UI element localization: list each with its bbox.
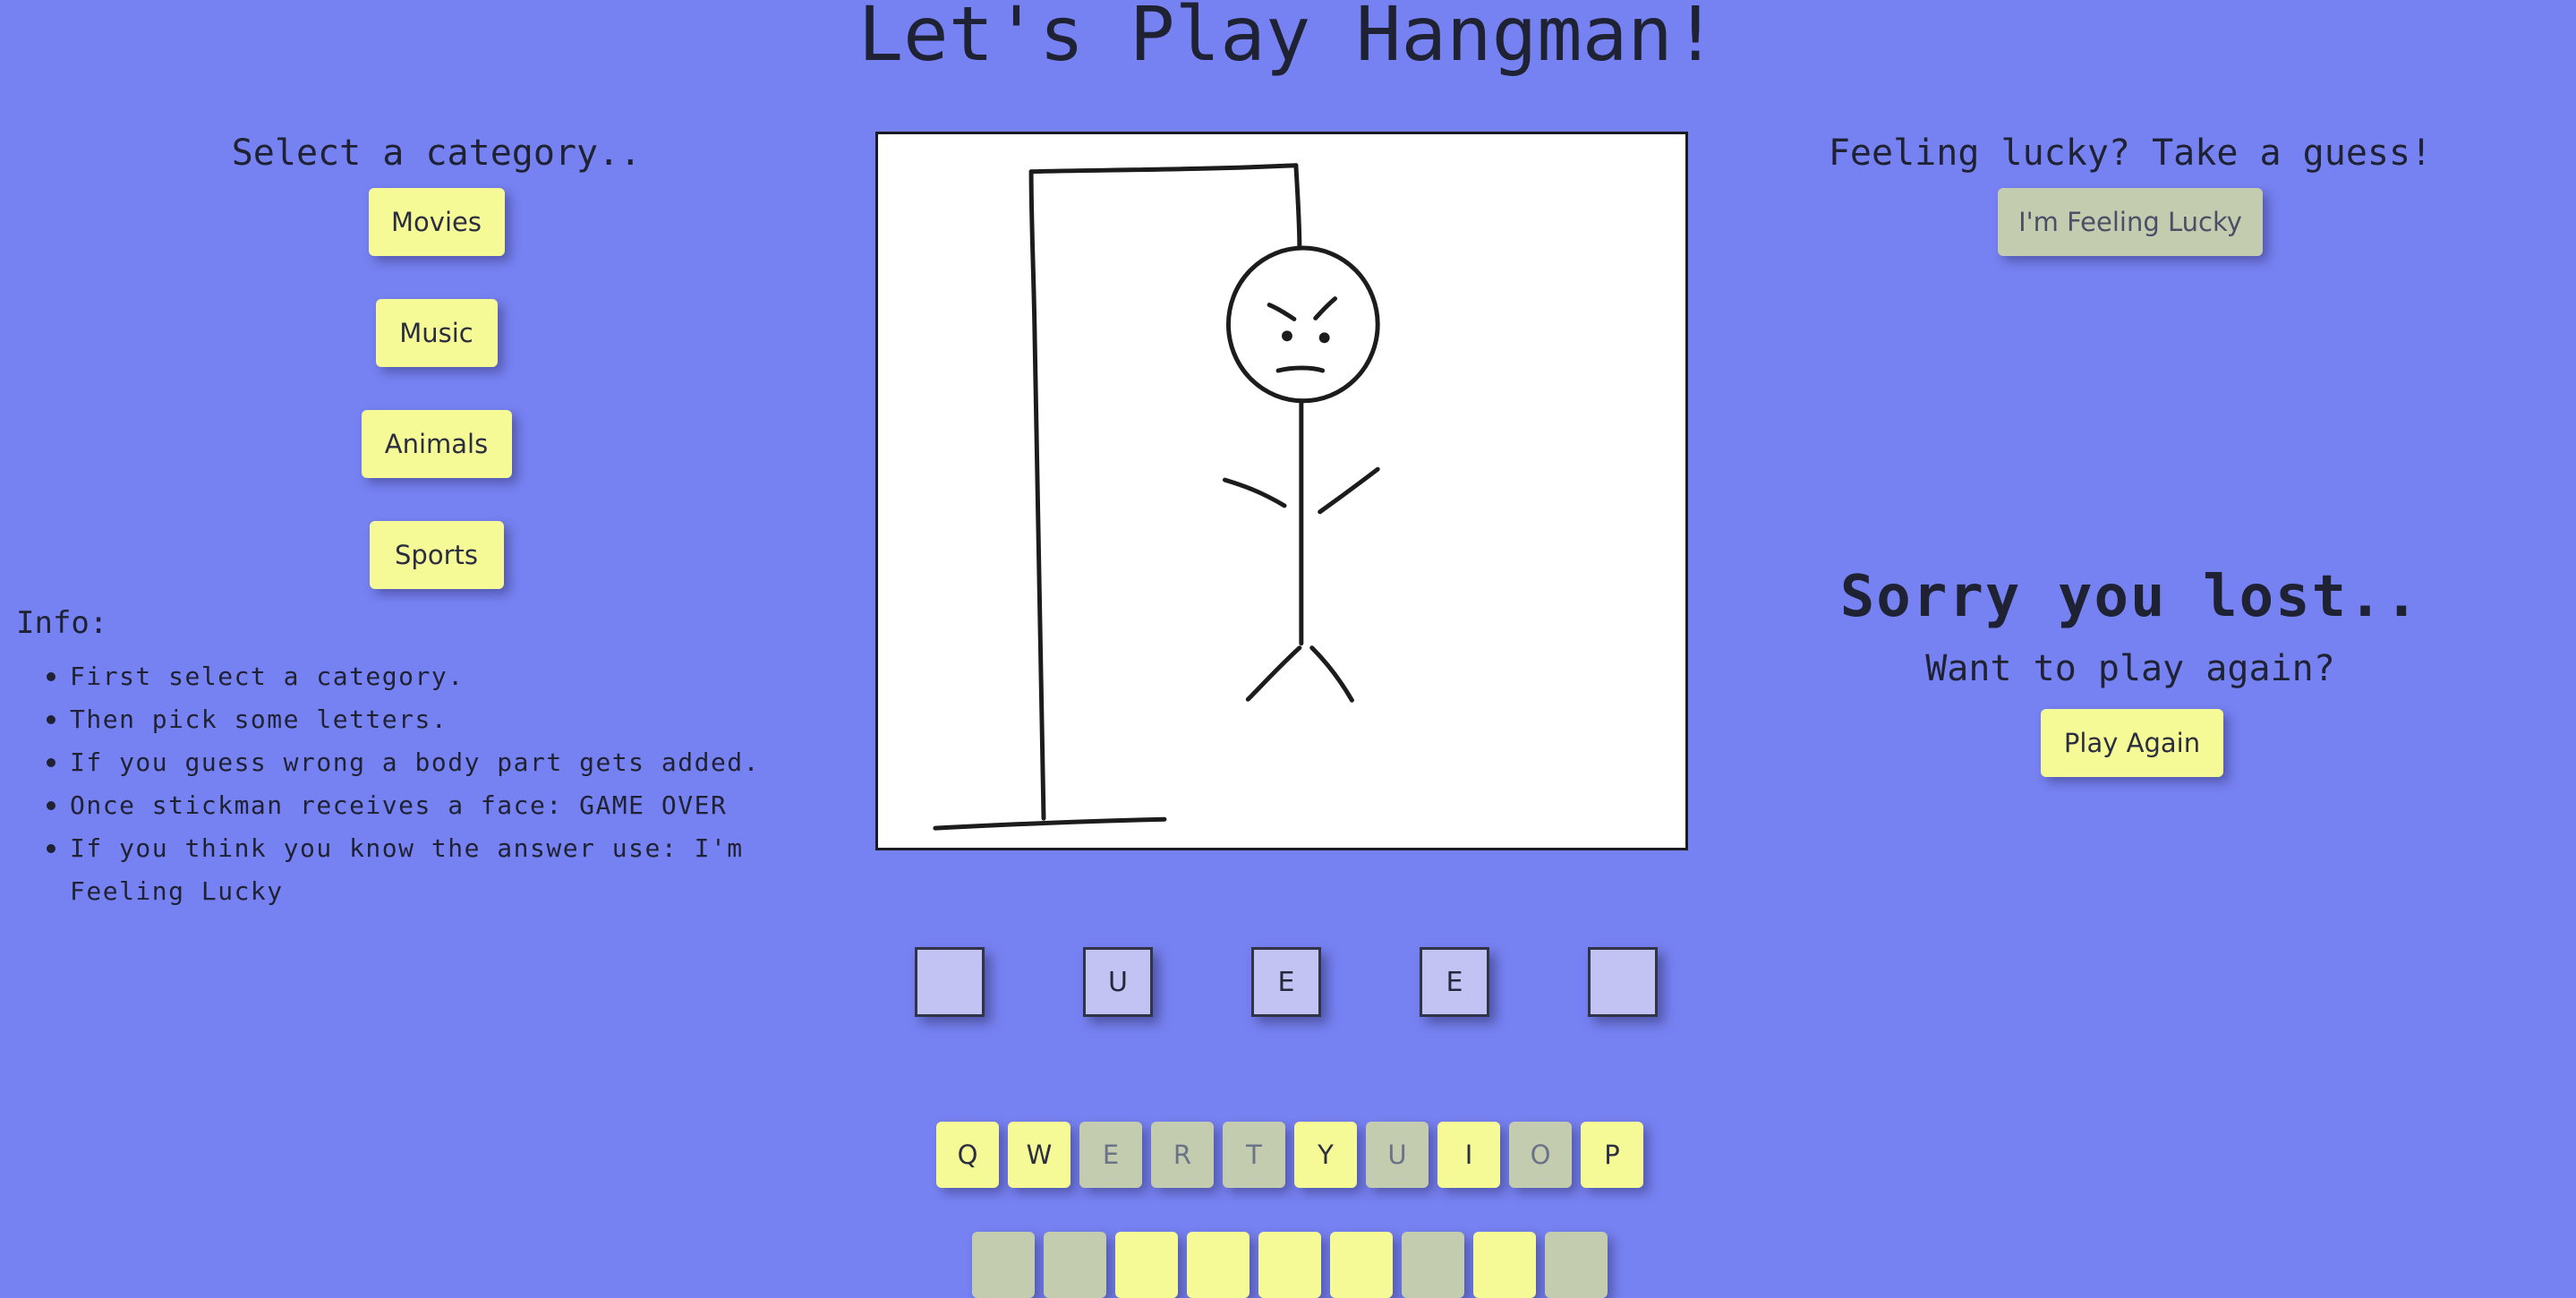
key-i-button[interactable]: I	[1437, 1122, 1500, 1188]
stickman-right-brow	[1313, 296, 1338, 320]
category-heading: Select a category..	[231, 132, 642, 174]
game-over-heading: Sorry you lost..	[1839, 564, 2421, 630]
stickman-right-arm	[1318, 466, 1380, 515]
info-item: First select a category.	[38, 655, 825, 698]
info-item: If you think you know the answer use: I'…	[38, 827, 825, 913]
key-u-button[interactable]: U	[1366, 1122, 1429, 1188]
gallows-post	[1028, 169, 1046, 821]
key-w-button[interactable]: W	[1008, 1122, 1070, 1188]
stickman-left-eye	[1282, 330, 1292, 342]
key-p-button[interactable]: P	[1581, 1122, 1643, 1188]
word-tile	[915, 947, 985, 1017]
key-button[interactable]	[1330, 1232, 1393, 1298]
key-button[interactable]	[1545, 1232, 1608, 1298]
stickman-right-leg	[1309, 645, 1354, 703]
gallows-base	[933, 816, 1167, 831]
key-o-button[interactable]: O	[1509, 1122, 1572, 1188]
category-animals-button[interactable]: Animals	[361, 410, 512, 478]
stickman-mouth	[1275, 365, 1326, 373]
category-movies-button[interactable]: Movies	[368, 188, 505, 256]
category-sports-button[interactable]: Sports	[369, 521, 504, 589]
key-y-button[interactable]: Y	[1294, 1122, 1357, 1188]
hangman-drawing	[875, 132, 1688, 850]
info-item: Once stickman receives a face: GAME OVER	[38, 784, 825, 827]
key-button[interactable]	[1473, 1232, 1536, 1298]
category-music-button[interactable]: Music	[375, 299, 498, 367]
stickman-left-leg	[1245, 645, 1302, 702]
key-e-button[interactable]: E	[1079, 1122, 1142, 1188]
info-list: First select a category. Then pick some …	[38, 655, 825, 913]
key-q-button[interactable]: Q	[936, 1122, 999, 1188]
gallows-beam	[1028, 163, 1299, 175]
info-item: If you guess wrong a body part gets adde…	[38, 741, 825, 784]
key-button[interactable]	[972, 1232, 1035, 1298]
lucky-panel: Feeling lucky? Take a guess! I'm Feeling…	[1683, 125, 2576, 256]
gallows-rope	[1293, 163, 1302, 251]
key-t-button[interactable]: T	[1223, 1122, 1285, 1188]
lucky-heading: Feeling lucky? Take a guess!	[1828, 132, 2433, 174]
word-tile: U	[1083, 947, 1153, 1017]
key-button[interactable]	[1402, 1232, 1464, 1298]
category-panel: Select a category.. Movies Music Animals…	[0, 125, 873, 632]
key-button[interactable]	[1187, 1232, 1250, 1298]
word-tile: E	[1251, 947, 1321, 1017]
word-tile: E	[1420, 947, 1489, 1017]
stickman-left-arm	[1222, 477, 1287, 508]
key-button[interactable]	[1115, 1232, 1178, 1298]
info-item: Then pick some letters.	[38, 698, 825, 741]
info-heading: Info:	[16, 605, 108, 641]
key-button[interactable]	[1258, 1232, 1321, 1298]
key-r-button[interactable]: R	[1151, 1122, 1214, 1188]
play-again-button[interactable]: Play Again	[2041, 709, 2223, 777]
hangman-stickman-image	[933, 163, 1380, 831]
feeling-lucky-button[interactable]: I'm Feeling Lucky	[1998, 188, 2263, 256]
page-title: Let's Play Hangman!	[857, 0, 1719, 78]
key-button[interactable]	[1044, 1232, 1106, 1298]
play-again-prompt: Want to play again?	[1925, 648, 2335, 689]
word-tile	[1588, 947, 1658, 1017]
stickman-left-brow	[1267, 303, 1297, 321]
stickman-right-eye	[1318, 332, 1330, 344]
stickman-head	[1225, 245, 1380, 404]
